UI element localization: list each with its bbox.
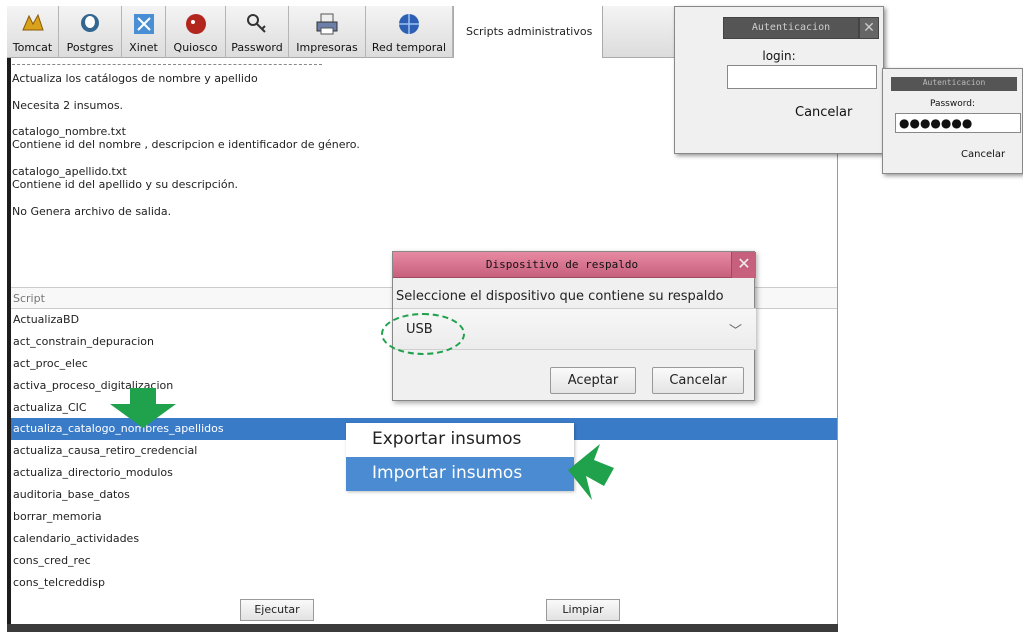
close-icon[interactable]: ✕ — [731, 252, 756, 278]
password-dialog: Autenticacion Password: ●●●●●●● Cancelar — [882, 68, 1023, 174]
password-dialog-title: Autenticacion — [922, 78, 986, 87]
description-line: Actualiza los catálogos de nombre y apel… — [12, 72, 258, 85]
clear-button[interactable]: Limpiar — [546, 599, 620, 621]
login-input[interactable] — [727, 65, 877, 89]
tool-impresoras[interactable]: Impresoras — [289, 6, 366, 58]
close-icon[interactable]: ✕ — [859, 17, 879, 39]
description-line: Necesita 2 insumos. — [12, 99, 124, 112]
menu-item-export-label: Exportar insumos — [372, 429, 522, 449]
cancel-button[interactable]: Cancelar — [652, 367, 744, 394]
description-line: catalogo_nombre.txt — [12, 125, 126, 138]
description-line: No Genera archivo de salida. — [12, 205, 172, 218]
window-left-edge — [7, 58, 11, 624]
context-menu: Exportar insumos Importar insumos — [346, 423, 574, 491]
quiosco-icon — [185, 14, 206, 34]
login-label: login: — [762, 49, 796, 63]
chevron-down-icon: ﹀ — [728, 324, 742, 339]
tab-scripts-administrativos[interactable]: Scripts administrativos — [453, 6, 603, 58]
tool-xinet[interactable]: Xinet — [122, 6, 166, 58]
tool-postgres[interactable]: Postgres — [59, 6, 122, 58]
green-down-arrow-icon — [110, 388, 176, 428]
password-dialog-titlebar[interactable]: Autenticacion — [891, 77, 1017, 91]
xinet-icon — [133, 14, 154, 34]
login-dialog-titlebar[interactable]: Autenticacion — [723, 17, 859, 39]
network-globe-icon — [399, 14, 419, 34]
description-line: catalogo_apellido.txt — [12, 165, 127, 178]
accept-button[interactable]: Aceptar — [550, 367, 636, 394]
tool-red-temporal[interactable]: Red temporal — [366, 6, 453, 58]
login-cancel-button[interactable]: Cancelar — [795, 105, 852, 120]
button-bar: Ejecutar Limpiar — [8, 596, 837, 626]
password-input[interactable]: ●●●●●●● — [895, 113, 1021, 133]
backup-dialog-message: Seleccione el dispositivo que contiene s… — [396, 289, 724, 304]
tool-password-label: Password — [231, 41, 283, 54]
password-label: Password: — [929, 99, 976, 109]
password-value: ●●●●●●● — [899, 116, 973, 130]
tool-tomcat[interactable]: Tomcat — [7, 6, 59, 58]
printer-icon — [316, 13, 338, 35]
list-item[interactable]: cons_cred_rec — [8, 550, 837, 572]
backup-dialog-titlebar[interactable]: Dispositivo de respaldo — [393, 252, 731, 278]
tool-tomcat-label: Tomcat — [12, 41, 53, 54]
tab-scripts-label: Scripts administrativos — [466, 25, 593, 38]
list-item[interactable]: calendario_actividades — [8, 528, 837, 550]
tool-postgres-label: Postgres — [66, 41, 114, 54]
description-line: Contiene id del nombre , descripcion e i… — [12, 138, 360, 151]
tool-password[interactable]: Password — [226, 6, 289, 58]
description-line: Contiene id del apellido y su descripció… — [12, 178, 239, 191]
login-dialog-title: Autenticacion — [751, 22, 831, 33]
password-cancel-button[interactable]: Cancelar — [961, 149, 1005, 160]
menu-item-import-label: Importar insumos — [372, 463, 523, 483]
password-key-icon — [247, 14, 266, 33]
list-item[interactable]: cons_telcreddisp — [8, 572, 837, 594]
login-dialog: Autenticacion ✕ login: Cancelar — [674, 6, 884, 154]
green-pointer-arrow-icon — [568, 444, 614, 500]
tool-xinet-label: Xinet — [129, 41, 158, 54]
tool-red-temporal-label: Red temporal — [371, 41, 447, 54]
tomcat-icon — [21, 13, 44, 31]
list-item[interactable]: borrar_memoria — [8, 506, 837, 528]
menu-item-import-inputs[interactable]: Importar insumos — [346, 457, 574, 491]
script-header-label: Script — [13, 292, 45, 305]
postgres-icon — [81, 14, 99, 32]
tool-impresoras-label: Impresoras — [296, 41, 358, 54]
window-bottom-edge — [7, 624, 838, 632]
tool-quiosco-label: Quiosco — [173, 41, 218, 54]
usb-highlight-circle — [381, 313, 465, 355]
menu-item-export-inputs[interactable]: Exportar insumos — [346, 423, 574, 457]
backup-dialog-title: Dispositivo de respaldo — [485, 258, 639, 271]
execute-button[interactable]: Ejecutar — [240, 599, 314, 621]
tool-quiosco[interactable]: Quiosco — [166, 6, 226, 58]
